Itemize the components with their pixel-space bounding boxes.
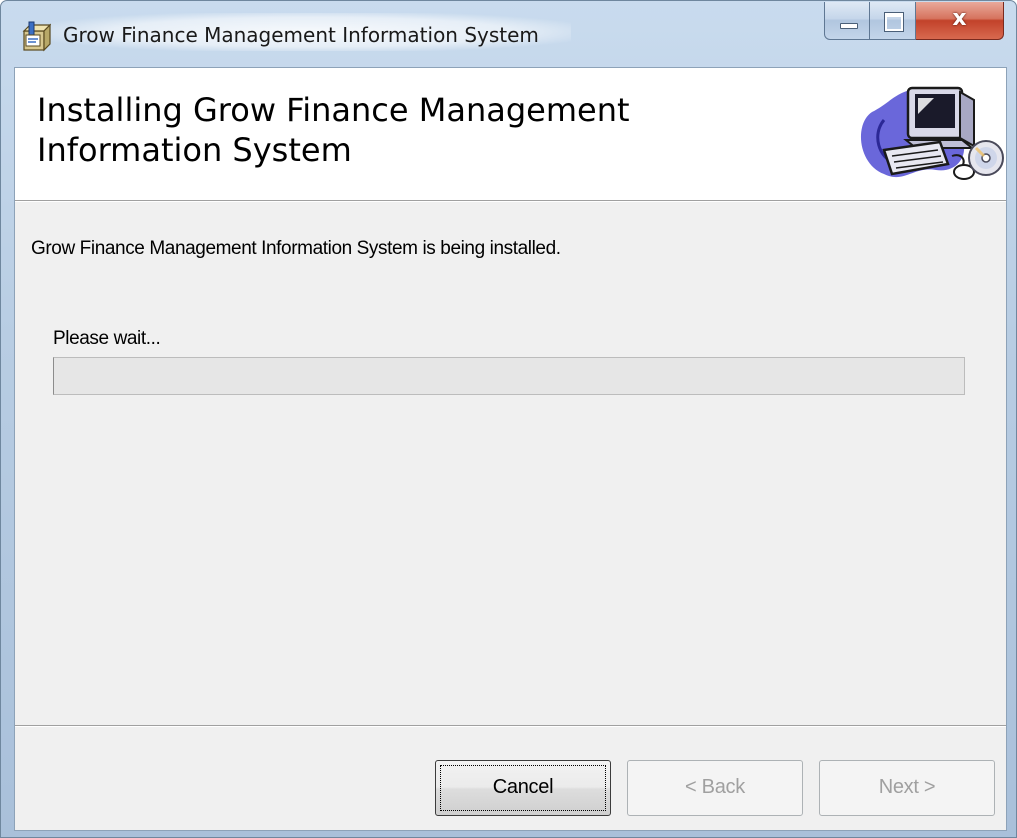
cancel-button[interactable]: Cancel (435, 760, 611, 816)
progress-label: Please wait... (53, 328, 161, 349)
install-progress-bar (53, 357, 965, 395)
minimize-button[interactable] (824, 2, 870, 40)
installer-window: Grow Finance Management Information Syst… (0, 0, 1017, 838)
installer-package-icon[interactable] (21, 21, 51, 53)
page-heading: Installing Grow Finance Management Infor… (37, 91, 630, 169)
close-button[interactable]: x (916, 2, 1004, 40)
title-bar[interactable]: Grow Finance Management Information Syst… (1, 1, 1016, 67)
header-banner: Installing Grow Finance Management Infor… (15, 68, 1006, 201)
caption-buttons: x (824, 2, 1004, 42)
dialog-client-area: Installing Grow Finance Management Infor… (14, 67, 1007, 831)
banner-divider (15, 201, 1006, 202)
next-button-label: Next > (878, 776, 936, 798)
maximize-button[interactable] (870, 2, 916, 40)
next-button[interactable]: Next > (819, 760, 995, 816)
window-title: Grow Finance Management Information Syst… (63, 23, 539, 47)
computer-with-cd-icon (860, 86, 1004, 180)
close-icon: x (952, 6, 967, 31)
back-button[interactable]: < Back (627, 760, 803, 816)
focus-rectangle (440, 765, 606, 811)
install-status-text: Grow Finance Management Information Syst… (31, 238, 561, 259)
footer-divider-highlight (15, 726, 1006, 727)
back-button-label: < Back (685, 776, 745, 798)
